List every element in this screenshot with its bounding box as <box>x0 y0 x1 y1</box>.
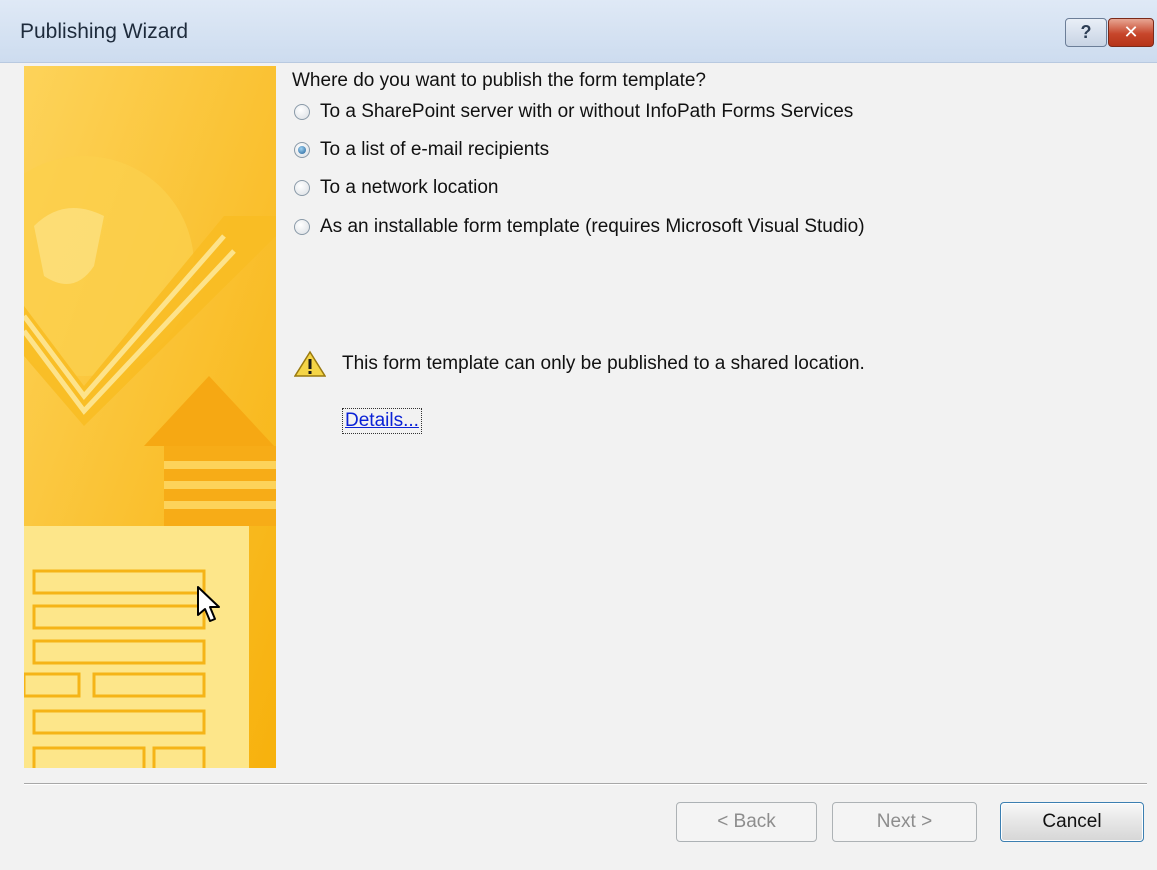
close-icon: ✕ <box>1123 22 1139 42</box>
close-button[interactable]: ✕ <box>1108 18 1154 47</box>
option-network-location[interactable]: To a network location <box>294 175 499 201</box>
mouse-pointer-icon <box>197 586 220 622</box>
option-label: To a SharePoint server with or without I… <box>320 101 854 122</box>
footer-divider <box>24 783 1147 785</box>
cancel-button[interactable]: Cancel <box>1000 802 1144 842</box>
title-bar[interactable]: Publishing Wizard ? ✕ <box>0 0 1157 63</box>
back-button[interactable]: < Back <box>676 802 817 842</box>
details-link[interactable]: Details... <box>342 408 422 434</box>
option-label: As an installable form template (require… <box>320 216 865 237</box>
publish-question: Where do you want to publish the form te… <box>292 70 707 91</box>
next-button[interactable]: Next > <box>832 802 977 842</box>
warning-icon <box>294 350 326 377</box>
wizard-banner-image <box>24 66 276 768</box>
radio-email-recipients[interactable] <box>294 142 310 158</box>
option-installable-template[interactable]: As an installable form template (require… <box>294 214 865 240</box>
help-button[interactable]: ? <box>1065 18 1107 47</box>
window-title: Publishing Wizard <box>20 20 189 43</box>
help-icon: ? <box>1080 22 1092 42</box>
warning-text: This form template can only be published… <box>342 353 865 374</box>
radio-installable-template[interactable] <box>294 219 310 235</box>
option-sharepoint-server[interactable]: To a SharePoint server with or without I… <box>294 99 853 125</box>
option-label: To a list of e-mail recipients <box>320 139 550 160</box>
publishing-wizard-dialog: Publishing Wizard ? ✕ Where do you want … <box>0 0 1157 870</box>
option-label: To a network location <box>320 177 499 198</box>
radio-sharepoint[interactable] <box>294 104 310 120</box>
radio-network-location[interactable] <box>294 180 310 196</box>
shared-location-warning: This form template can only be published… <box>294 350 865 378</box>
option-email-recipients[interactable]: To a list of e-mail recipients <box>294 137 549 163</box>
